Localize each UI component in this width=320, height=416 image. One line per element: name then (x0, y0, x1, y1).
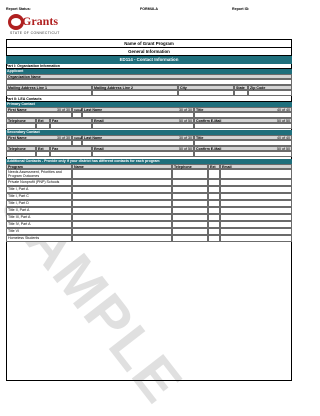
program-row-label: Title III, Part A (6, 214, 72, 221)
report-header: Report Status: FORMULA Report ID: (6, 7, 292, 13)
additional-name-field[interactable] (72, 235, 172, 242)
additional-email-field[interactable] (220, 207, 292, 214)
additional-telephone-field[interactable] (172, 200, 208, 207)
additional-name-field[interactable] (72, 221, 172, 228)
additional-telephone-field[interactable] (172, 193, 208, 200)
additional-name-field[interactable] (72, 228, 172, 235)
program-row-label: Title IV, Part A (6, 221, 72, 228)
city-field[interactable] (178, 90, 234, 96)
additional-telephone-field[interactable] (172, 235, 208, 242)
primary-telephone-field[interactable] (6, 123, 36, 129)
additional-name-field[interactable] (72, 179, 172, 186)
program-title: Name of Grant Program (6, 40, 292, 48)
additional-email-field[interactable] (220, 200, 292, 207)
additional-ext-field[interactable] (208, 186, 220, 193)
additional-name-field[interactable] (72, 207, 172, 214)
program-row-label: Title I, Part C (6, 193, 72, 200)
addr1-field[interactable] (6, 90, 92, 96)
additional-telephone-field[interactable] (172, 179, 208, 186)
additional-ext-field[interactable] (208, 169, 220, 179)
additional-telephone-field[interactable] (172, 169, 208, 179)
primary-fax-field[interactable] (50, 123, 92, 129)
additional-email-field[interactable] (220, 169, 292, 179)
program-row-label: Title VI (6, 228, 72, 235)
program-row-label: Private Nonprofit (PNP) Schools (6, 179, 72, 186)
logo-subtext: STATE OF CONNECTICUT (10, 31, 60, 35)
logo-text: Grants (22, 14, 58, 28)
additional-ext-field[interactable] (208, 193, 220, 200)
program-row-label: Title I, Part D (6, 200, 72, 207)
additional-ext-field[interactable] (208, 200, 220, 207)
additional-email-field[interactable] (220, 193, 292, 200)
secondary-fax-field[interactable] (50, 151, 92, 157)
zip-field[interactable] (248, 90, 292, 96)
report-id-label: Report ID: (232, 7, 250, 11)
additional-ext-field[interactable] (208, 214, 220, 221)
additional-ext-field[interactable] (208, 221, 220, 228)
state-field[interactable] (234, 90, 248, 96)
additional-email-field[interactable] (220, 186, 292, 193)
additional-name-field[interactable] (72, 214, 172, 221)
additional-email-field[interactable] (220, 235, 292, 242)
additional-telephone-field[interactable] (172, 207, 208, 214)
secondary-confirm-email-field[interactable] (194, 151, 292, 157)
program-row-label: Title I, Part A (6, 186, 72, 193)
additional-name-field[interactable] (72, 169, 172, 179)
program-row-label: Title II, Part A (6, 207, 72, 214)
contact-info-title: ED114 - Contact Information (6, 56, 292, 64)
additional-ext-field[interactable] (208, 228, 220, 235)
additional-ext-field[interactable] (208, 235, 220, 242)
additional-telephone-field[interactable] (172, 214, 208, 221)
primary-email-field[interactable] (92, 123, 194, 129)
additional-name-field[interactable] (72, 200, 172, 207)
additional-telephone-field[interactable] (172, 228, 208, 235)
general-info-title: General Information (6, 48, 292, 56)
ct-grants-logo: Grants STATE OF CONNECTICUT (8, 14, 68, 36)
program-row-label: Homeless Students (6, 235, 72, 242)
additional-email-field[interactable] (220, 221, 292, 228)
additional-email-field[interactable] (220, 179, 292, 186)
program-row-label: Needs Assessment, Priorities and Program… (6, 169, 72, 179)
additional-name-field[interactable] (72, 186, 172, 193)
formula-label: FORMULA (140, 7, 158, 11)
secondary-telephone-field[interactable] (6, 151, 36, 157)
additional-ext-field[interactable] (208, 207, 220, 214)
additional-email-field[interactable] (220, 228, 292, 235)
report-status-label: Report Status: (6, 7, 31, 11)
additional-ext-field[interactable] (208, 179, 220, 186)
primary-confirm-email-field[interactable] (194, 123, 292, 129)
additional-name-field[interactable] (72, 193, 172, 200)
primary-ext-field[interactable] (36, 123, 50, 129)
secondary-ext-field[interactable] (36, 151, 50, 157)
additional-telephone-field[interactable] (172, 221, 208, 228)
secondary-email-field[interactable] (92, 151, 194, 157)
addr2-field[interactable] (92, 90, 178, 96)
additional-telephone-field[interactable] (172, 186, 208, 193)
additional-email-field[interactable] (220, 214, 292, 221)
